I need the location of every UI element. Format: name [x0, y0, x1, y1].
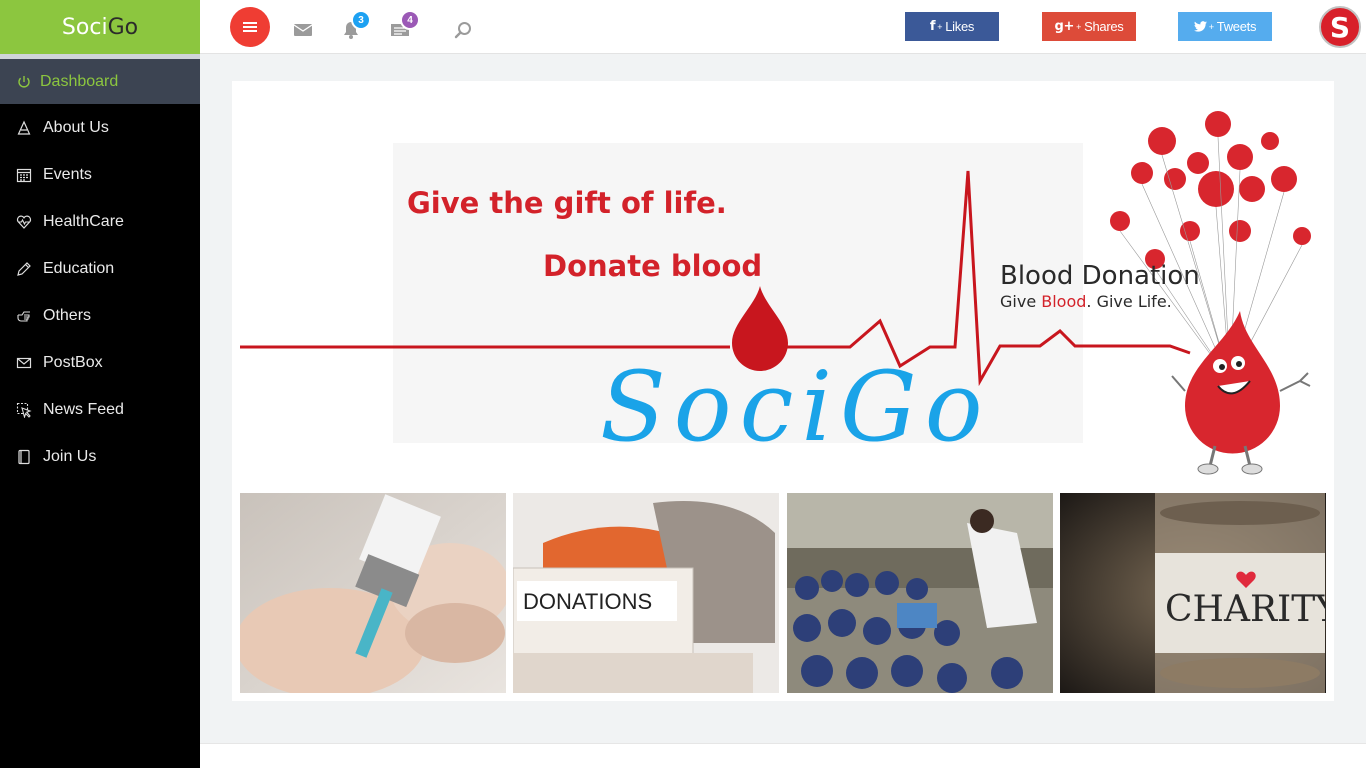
- hamburger-icon: [243, 22, 257, 32]
- sidebar-item-events[interactable]: Events: [0, 151, 200, 198]
- notifications-button[interactable]: 3: [341, 10, 371, 40]
- pencil-icon: [16, 261, 32, 277]
- sidebar-item-label: Dashboard: [40, 72, 119, 90]
- avatar-letter: S: [1329, 10, 1351, 44]
- sidebar-item-about-us[interactable]: About Us: [0, 104, 200, 151]
- charity-photo[interactable]: CHARITY: [1060, 493, 1326, 693]
- tagline-highlight: Blood: [1041, 292, 1087, 311]
- search-icon: [454, 22, 471, 39]
- hero-headline: Give the gift of life.: [407, 186, 727, 220]
- twitter-plus: +: [1208, 21, 1214, 32]
- tagline-part: Give: [1000, 292, 1042, 311]
- sidebar-item-postbox[interactable]: PostBox: [0, 339, 200, 386]
- facebook-icon: f: [929, 19, 936, 34]
- facebook-plus: +: [937, 21, 943, 32]
- heart-pulse-icon: [16, 214, 32, 230]
- mail-icon: [294, 24, 312, 36]
- brand-part2: Go: [107, 14, 139, 40]
- menu-toggle-button[interactable]: [230, 7, 270, 47]
- topbar: 3 4 f + Likes g+ + Shares + Tweets S: [200, 0, 1366, 54]
- footer: [200, 743, 1366, 768]
- sidebar: Dashboard About Us Events HealthCare Edu…: [0, 59, 200, 768]
- thumbnail-gallery: DONATIONS CHARITY: [240, 493, 1326, 693]
- children-photo[interactable]: [787, 493, 1053, 693]
- google-plus: +: [1076, 21, 1082, 32]
- twitter-tweets-button[interactable]: + Tweets: [1178, 12, 1272, 41]
- hand-pointer-icon: [16, 308, 32, 324]
- sidebar-item-label: News Feed: [43, 400, 124, 418]
- brand-logo[interactable]: Soci Go: [0, 0, 200, 54]
- sidebar-item-label: HealthCare: [43, 212, 124, 230]
- mail-button[interactable]: [293, 20, 313, 40]
- blood-donation-title: Blood Donation: [1000, 261, 1200, 291]
- sidebar-item-healthcare[interactable]: HealthCare: [0, 198, 200, 245]
- avatar[interactable]: S: [1319, 6, 1361, 48]
- donations-label: DONATIONS: [523, 589, 652, 614]
- calendar-icon: [16, 167, 32, 183]
- cursor-icon: [16, 402, 32, 418]
- search-button[interactable]: [453, 20, 473, 40]
- sidebar-item-label: About Us: [43, 118, 109, 136]
- hero-banner: Give the gift of life. Donate blood Bloo…: [240, 91, 1326, 481]
- sidebar-item-label: Others: [43, 306, 92, 324]
- sidebar-item-news-feed[interactable]: News Feed: [0, 386, 200, 433]
- sidebar-item-label: Education: [43, 259, 115, 277]
- facebook-likes-button[interactable]: f + Likes: [905, 12, 999, 41]
- facebook-label: Likes: [945, 19, 975, 34]
- hero-subheadline: Donate blood: [543, 249, 763, 283]
- sidebar-item-education[interactable]: Education: [0, 245, 200, 292]
- tagline-part: . Give Life.: [1086, 292, 1172, 311]
- envelope-icon: [16, 355, 32, 371]
- sidebar-item-join-us[interactable]: Join Us: [0, 433, 200, 480]
- sidebar-item-label: PostBox: [43, 353, 103, 371]
- blood-donation-tagline: Give Blood. Give Life.: [1000, 292, 1172, 311]
- sidebar-item-others[interactable]: Others: [0, 292, 200, 339]
- vaccine-photo[interactable]: [240, 493, 506, 693]
- book-icon: [16, 449, 32, 465]
- charity-label: CHARITY: [1165, 589, 1326, 630]
- sidebar-item-dashboard[interactable]: Dashboard: [0, 59, 200, 104]
- google-shares-button[interactable]: g+ + Shares: [1042, 12, 1136, 41]
- notifications-badge: 3: [351, 10, 371, 30]
- triangle-icon: [16, 120, 32, 136]
- twitter-icon: [1193, 21, 1207, 32]
- socigo-logo-text: SociGo: [600, 351, 991, 463]
- main-card: Give the gift of life. Donate blood Bloo…: [232, 81, 1334, 701]
- google-plus-icon: g+: [1054, 19, 1075, 34]
- sidebar-item-label: Events: [43, 165, 92, 183]
- sidebar-item-label: Join Us: [43, 447, 97, 465]
- messages-button[interactable]: 4: [390, 10, 420, 40]
- donations-photo[interactable]: DONATIONS: [513, 493, 779, 693]
- messages-badge: 4: [400, 10, 420, 30]
- google-label: Shares: [1084, 19, 1124, 34]
- power-icon: [16, 74, 32, 90]
- twitter-label: Tweets: [1216, 19, 1257, 34]
- brand-part1: Soci: [61, 14, 108, 40]
